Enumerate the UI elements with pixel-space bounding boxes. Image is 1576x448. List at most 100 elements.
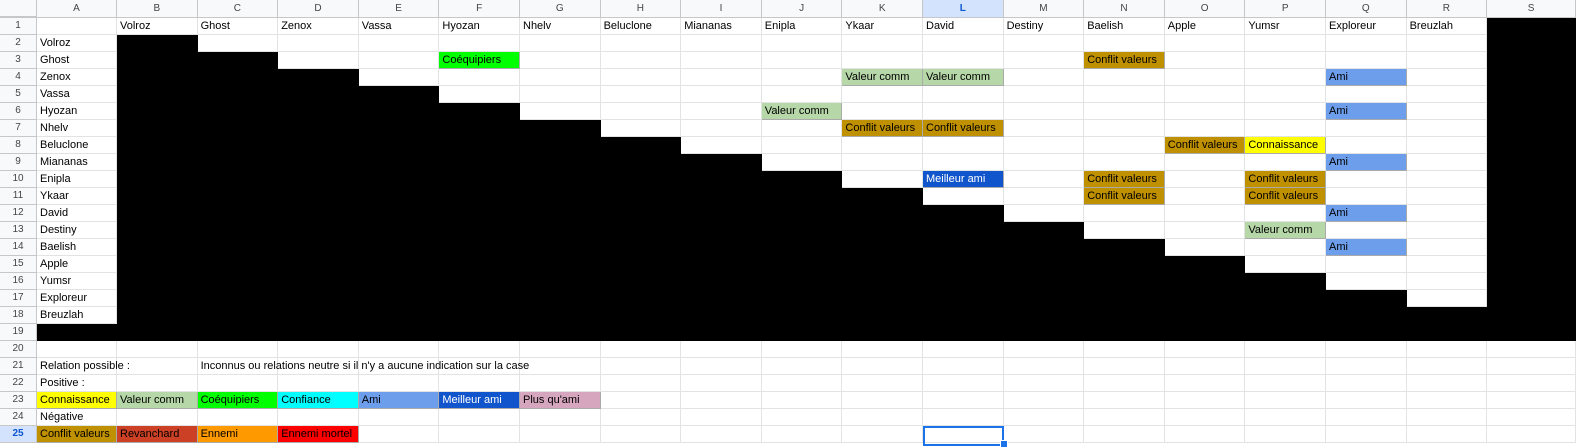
grid-cell[interactable] xyxy=(600,103,682,120)
grid-cell[interactable] xyxy=(1406,171,1488,188)
grid-cell[interactable] xyxy=(1003,171,1085,188)
grid-cell[interactable] xyxy=(1245,239,1326,256)
grid-cell[interactable] xyxy=(1406,256,1488,273)
grid-cell[interactable] xyxy=(681,341,762,358)
grid-cell[interactable] xyxy=(1084,222,1165,239)
relation-cell-meilleur[interactable]: Meilleur ami xyxy=(923,171,1004,188)
grid-cell[interactable] xyxy=(761,35,843,52)
row-header-5[interactable]: 5 xyxy=(0,86,37,103)
grid-cell[interactable] xyxy=(1326,171,1407,188)
grid-cell[interactable] xyxy=(1084,358,1165,375)
grid-cell[interactable] xyxy=(1406,358,1488,375)
row-header-17[interactable]: 17 xyxy=(0,290,37,307)
grid-cell[interactable] xyxy=(1164,222,1246,239)
grid-cell[interactable] xyxy=(761,358,843,375)
relation-cell-conflit[interactable]: Conflit valeurs xyxy=(1245,188,1326,205)
grid-cell[interactable] xyxy=(681,426,762,443)
grid-cell[interactable] xyxy=(1084,120,1165,137)
grid-cell[interactable] xyxy=(1164,103,1246,120)
grid-cell[interactable] xyxy=(1245,69,1326,86)
grid-cell[interactable] xyxy=(1164,239,1246,256)
grid-cell[interactable] xyxy=(1003,358,1085,375)
grid-cell[interactable] xyxy=(600,120,682,137)
relation-cell-conflit[interactable]: Conflit valeurs xyxy=(1084,188,1165,205)
grid-cell[interactable] xyxy=(1326,86,1407,103)
grid-cell[interactable] xyxy=(1406,341,1488,358)
grid-cell[interactable] xyxy=(1164,86,1246,103)
grid-cell[interactable] xyxy=(600,409,682,426)
grid-cell[interactable] xyxy=(1245,358,1326,375)
grid-cell[interactable] xyxy=(1326,137,1407,154)
grid-cell[interactable] xyxy=(1487,358,1576,375)
relation-cell-valeur[interactable]: Valeur comm xyxy=(1245,222,1326,239)
grid-cell[interactable] xyxy=(520,103,601,120)
grid-cell[interactable] xyxy=(358,35,440,52)
grid-cell[interactable] xyxy=(600,69,682,86)
row-header-24[interactable]: 24 xyxy=(0,409,37,426)
grid-cell[interactable] xyxy=(923,86,1004,103)
grid-cell[interactable] xyxy=(1164,358,1246,375)
grid-cell[interactable] xyxy=(439,426,520,443)
grid-cell[interactable] xyxy=(923,375,1004,392)
row-header-19[interactable]: 19 xyxy=(0,324,37,341)
grid-cell[interactable] xyxy=(1406,137,1488,154)
grid-cell[interactable] xyxy=(1245,256,1326,273)
grid-cell[interactable] xyxy=(1164,409,1246,426)
grid-cell[interactable] xyxy=(923,103,1004,120)
relation-cell-valeur[interactable]: Valeur comm xyxy=(842,69,923,86)
column-header-l[interactable]: L xyxy=(923,0,1004,18)
grid-cell[interactable] xyxy=(1487,409,1576,426)
grid-cell[interactable] xyxy=(842,35,923,52)
column-header-i[interactable]: I xyxy=(681,0,762,18)
grid-cell[interactable] xyxy=(923,392,1004,409)
grid-cell[interactable] xyxy=(1084,375,1165,392)
grid-cell[interactable] xyxy=(197,341,279,358)
grid-cell[interactable] xyxy=(681,120,762,137)
column-header-a[interactable]: A xyxy=(37,0,117,18)
grid-cell[interactable] xyxy=(1245,120,1326,137)
row-header-2[interactable]: 2 xyxy=(0,35,37,52)
grid-cell[interactable] xyxy=(439,69,520,86)
grid-cell[interactable] xyxy=(681,358,762,375)
grid-cell[interactable] xyxy=(1326,222,1407,239)
grid-cell[interactable] xyxy=(1326,426,1407,443)
row-header-21[interactable]: 21 xyxy=(0,358,37,375)
grid-cell[interactable] xyxy=(1326,52,1407,69)
row-header-11[interactable]: 11 xyxy=(0,188,37,205)
grid-cell[interactable] xyxy=(923,52,1004,69)
grid-cell[interactable] xyxy=(842,103,923,120)
grid-cell[interactable] xyxy=(1164,392,1246,409)
grid-cell[interactable] xyxy=(842,171,923,188)
grid-cell[interactable] xyxy=(600,341,682,358)
grid-cell[interactable] xyxy=(117,375,198,392)
grid-cell[interactable] xyxy=(520,426,601,443)
grid-cell[interactable] xyxy=(842,358,923,375)
grid-cell[interactable] xyxy=(1084,341,1165,358)
grid-cell[interactable] xyxy=(117,341,198,358)
grid-cell[interactable] xyxy=(1164,120,1246,137)
grid-cell[interactable] xyxy=(923,137,1004,154)
grid-cell[interactable] xyxy=(439,35,520,52)
grid-cell[interactable] xyxy=(923,409,1004,426)
grid-cell[interactable] xyxy=(1326,392,1407,409)
row-header-4[interactable]: 4 xyxy=(0,69,37,86)
grid-cell[interactable] xyxy=(1406,392,1488,409)
relation-cell-conflit[interactable]: Conflit valeurs xyxy=(1084,52,1165,69)
grid-cell[interactable] xyxy=(681,52,762,69)
grid-cell[interactable] xyxy=(520,86,601,103)
grid-cell[interactable] xyxy=(1003,103,1085,120)
grid-cell[interactable] xyxy=(520,69,601,86)
grid-cell[interactable] xyxy=(1003,120,1085,137)
grid-cell[interactable] xyxy=(1245,205,1326,222)
row-header-10[interactable]: 10 xyxy=(0,171,37,188)
grid-cell[interactable] xyxy=(1245,35,1326,52)
grid-cell[interactable] xyxy=(681,69,762,86)
grid-cell[interactable] xyxy=(681,137,762,154)
grid-cell[interactable] xyxy=(1326,375,1407,392)
grid-cell[interactable] xyxy=(1003,35,1085,52)
grid-cell[interactable] xyxy=(842,86,923,103)
grid-cell[interactable] xyxy=(358,375,440,392)
column-header-r[interactable]: R xyxy=(1406,0,1488,18)
column-header-f[interactable]: F xyxy=(439,0,520,18)
grid-cell[interactable] xyxy=(1406,188,1488,205)
